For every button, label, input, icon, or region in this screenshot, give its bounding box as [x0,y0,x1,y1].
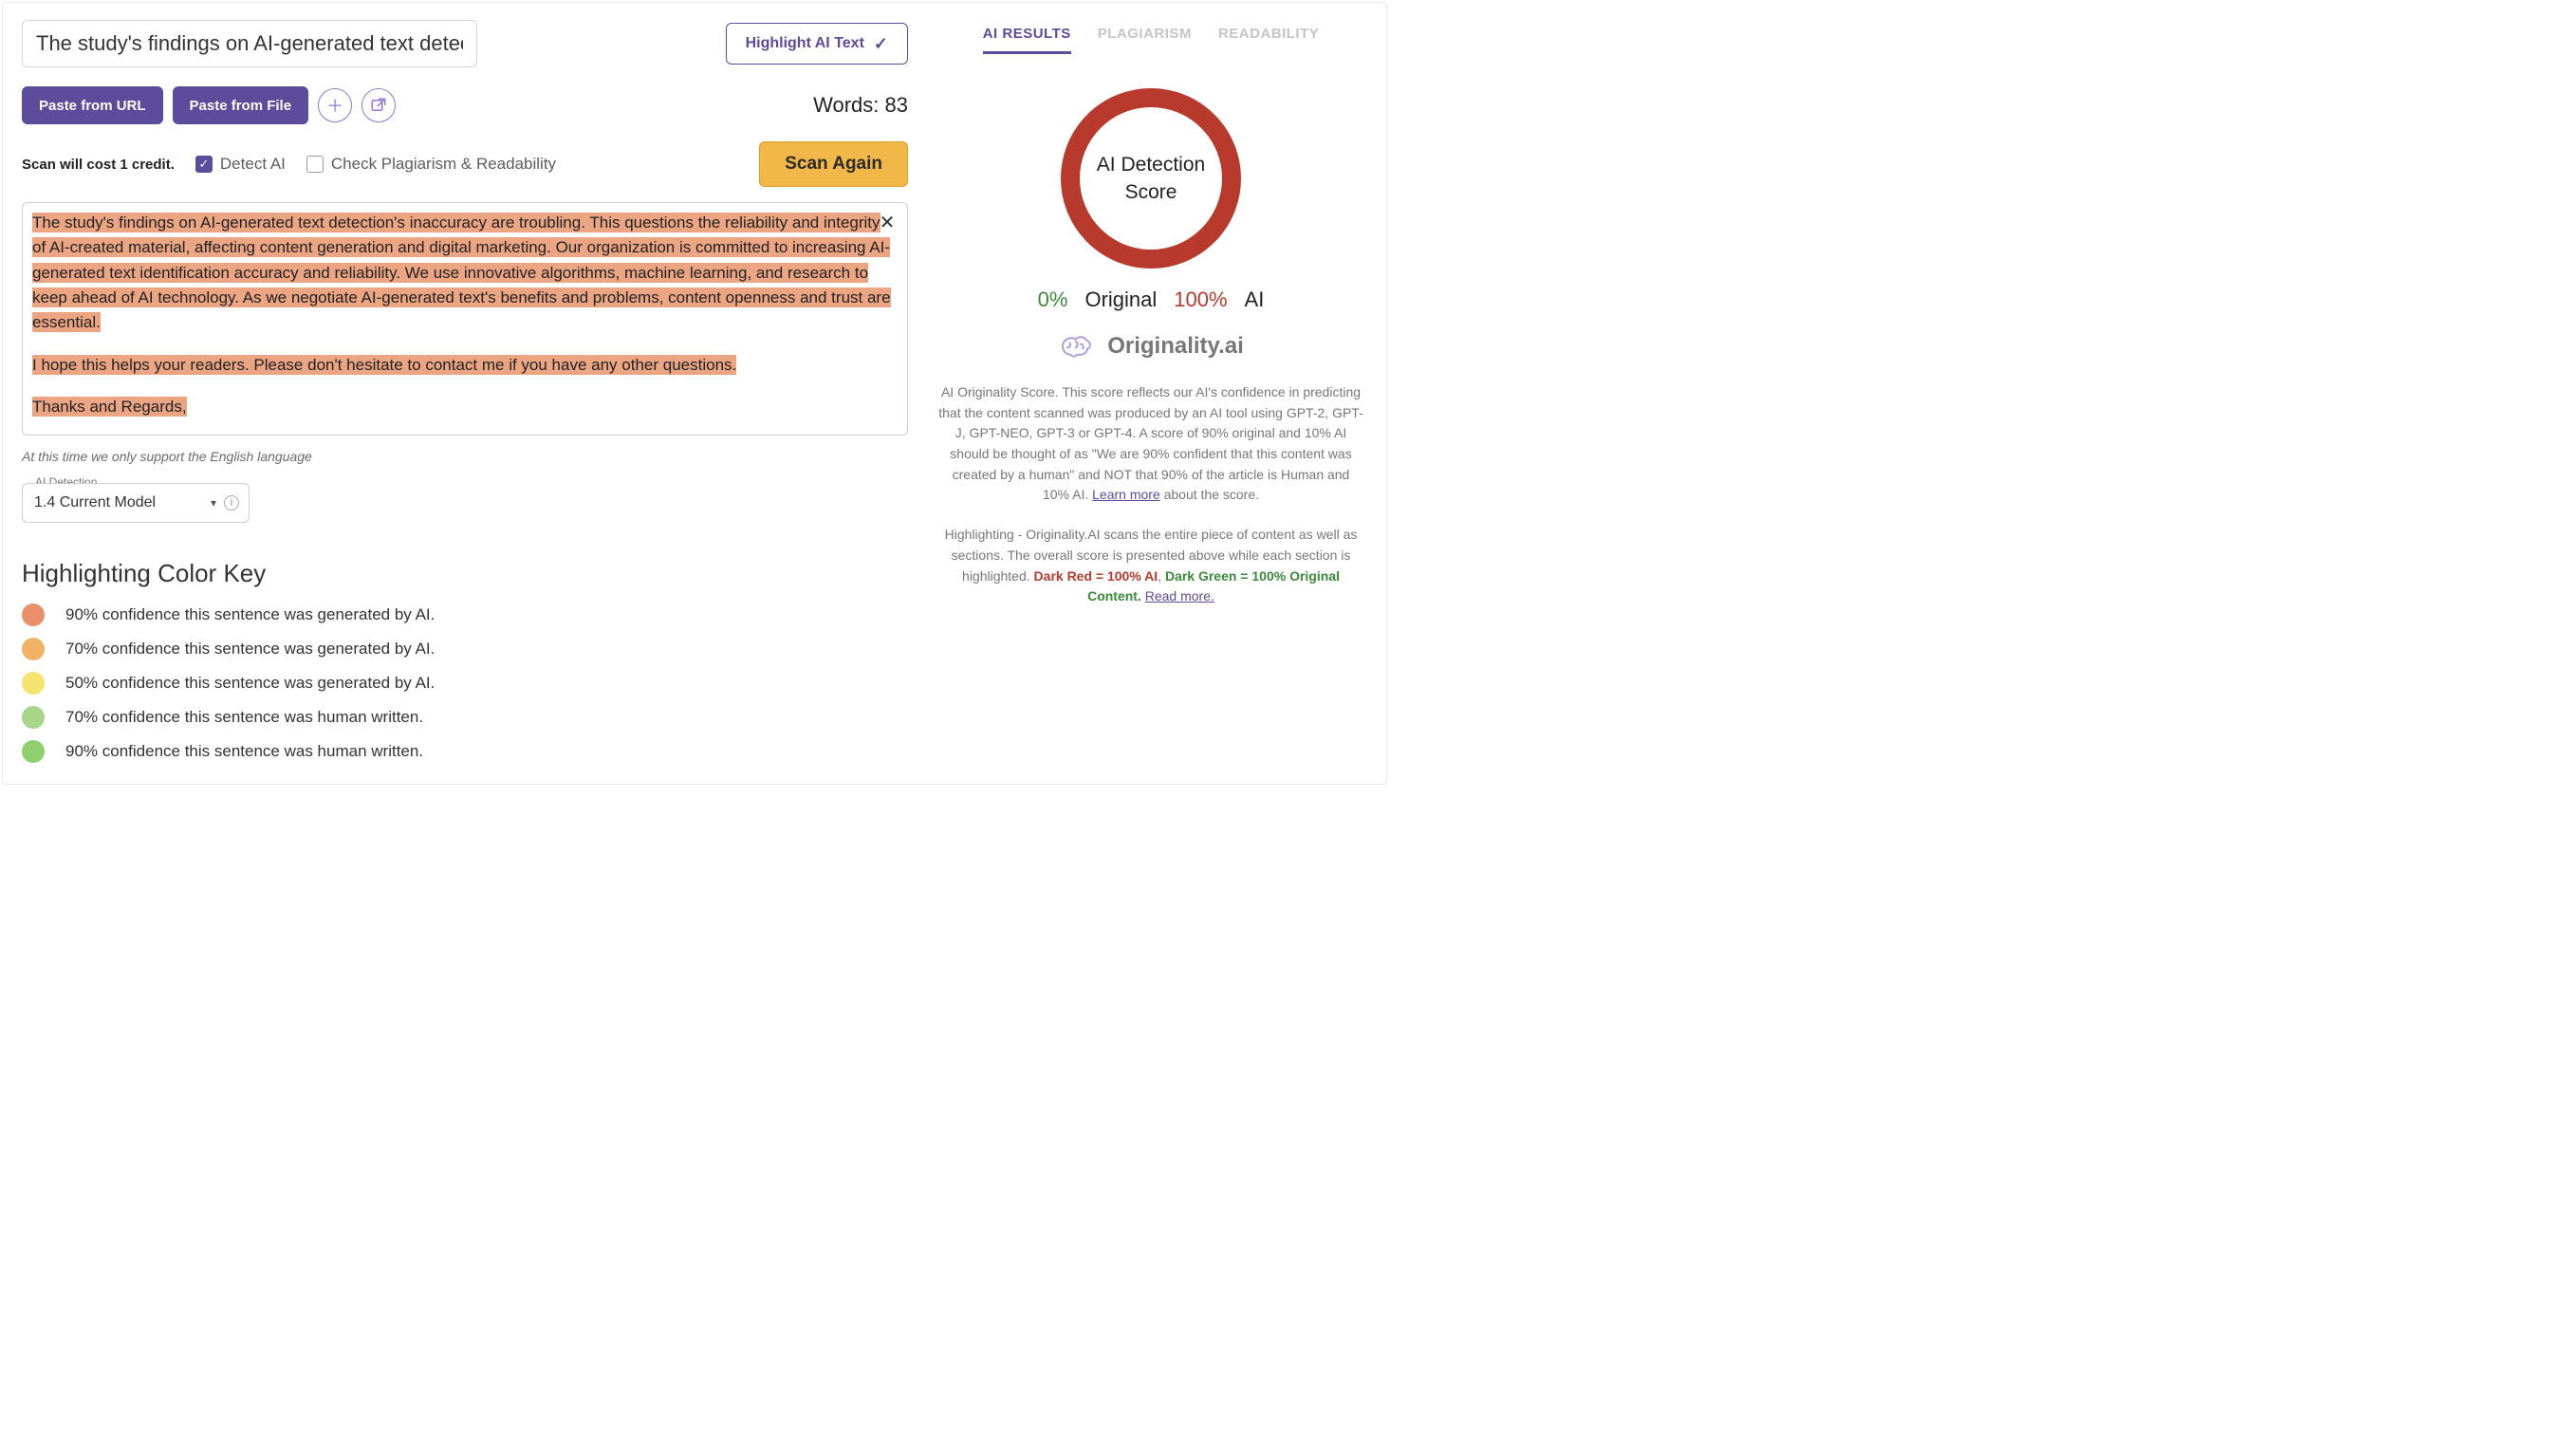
title-input[interactable] [22,20,477,67]
color-key-title: Highlighting Color Key [22,559,908,588]
highlighting-description: Highlighting - Originality.AI scans the … [935,525,1367,607]
add-button[interactable]: ＋ [318,88,352,122]
chevron-down-icon: ▾ [211,496,216,510]
original-label: Original [1084,288,1157,312]
color-key-text: 70% confidence this sentence was generat… [65,640,435,659]
color-key-list: 90% confidence this sentence was generat… [22,603,908,763]
learn-more-link[interactable]: Learn more [1092,487,1160,502]
language-note: At this time we only support the English… [22,449,908,464]
score-desc-a: AI Originality Score. This score reflect… [938,384,1363,502]
ai-label: AI [1245,288,1265,312]
check-plag-label: Check Plagiarism & Readability [331,155,556,174]
color-key-item: 70% confidence this sentence was generat… [22,638,908,660]
right-panel: AI RESULTS PLAGIARISM READABILITY AI Det… [931,20,1367,763]
brain-icon [1058,333,1096,360]
brand-name: Originality.ai [1107,333,1244,360]
word-count-value: 83 [885,93,908,117]
color-key-text: 90% confidence this sentence was human w… [65,742,423,761]
ai-percent: 100% [1174,288,1227,312]
plus-icon: ＋ [326,93,343,118]
score-line: 0% Original 100% AI [1038,288,1265,312]
options-row: Scan will cost 1 credit. Detect AI Check… [22,141,908,187]
swatch-red-icon [22,603,45,626]
swatch-orange-icon [22,638,45,660]
paste-from-file-button[interactable]: Paste from File [173,86,309,124]
score-ring-wrap: AI Detection Score 0% Original 100% AI O… [935,88,1367,360]
color-key-text: 90% confidence this sentence was generat… [65,605,435,624]
highlighted-text: Thanks and Regards, [32,397,187,417]
sep: , [1158,568,1165,584]
check-icon: ✓ [874,34,888,54]
content-textarea[interactable]: ✕ The study's findings on AI-generated t… [22,202,908,436]
app-root: Highlight AI Text ✓ Paste from URL Paste… [2,2,1387,785]
content-paragraph-3: Thanks and Regards, [32,395,898,419]
ring-title-a: AI Detection [1097,151,1205,178]
check-plag-checkbox[interactable]: Check Plagiarism & Readability [306,155,556,174]
read-more-link[interactable]: Read more. [1145,588,1214,603]
model-select-value: 1.4 Current Model [34,494,156,511]
paste-from-url-button[interactable]: Paste from URL [22,86,163,124]
ring-title-b: Score [1097,178,1205,206]
color-key-item: 90% confidence this sentence was human w… [22,740,908,763]
original-percent: 0% [1038,288,1068,312]
clear-content-button[interactable]: ✕ [875,211,899,235]
share-arrow-icon [370,97,387,114]
color-key-item: 90% confidence this sentence was generat… [22,603,908,626]
close-icon: ✕ [880,209,896,238]
detect-ai-checkbox[interactable]: Detect AI [195,155,286,174]
checkbox-checked-icon [195,156,213,173]
score-description: AI Originality Score. This score reflect… [935,382,1367,506]
paragraph-gap [32,378,898,395]
ai-detection-score-ring: AI Detection Score [1061,88,1241,269]
color-key-text: 70% confidence this sentence was human w… [65,708,423,727]
highlight-ai-text-label: Highlight AI Text [746,35,864,52]
checkbox-unchecked-icon [306,156,324,173]
highlighted-text: I hope this helps your readers. Please d… [32,355,736,375]
model-select[interactable]: 1.4 Current Model ▾ i [22,483,250,523]
content-paragraph-2: I hope this helps your readers. Please d… [32,353,898,378]
detect-ai-label: Detect AI [220,155,286,174]
tab-ai-results[interactable]: AI RESULTS [983,26,1071,54]
result-tabs: AI RESULTS PLAGIARISM READABILITY [935,26,1367,54]
dark-red-label: Dark Red = 100% AI [1034,568,1158,584]
left-panel: Highlight AI Text ✓ Paste from URL Paste… [22,20,931,763]
color-key-item: 50% confidence this sentence was generat… [22,672,908,695]
word-count: Words: 83 [813,93,908,118]
swatch-green-icon [22,740,45,763]
paragraph-gap [32,336,898,353]
toolbar-row: Paste from URL Paste from File ＋ Words: … [22,86,908,124]
export-button[interactable] [361,88,396,122]
tab-readability[interactable]: READABILITY [1218,26,1319,54]
tab-plagiarism[interactable]: PLAGIARISM [1098,26,1192,54]
highlighted-text: The study's findings on AI-generated tex… [32,213,891,332]
model-select-wrap: AI Detection 1.4 Current Model ▾ i [22,483,250,523]
scan-again-button[interactable]: Scan Again [759,141,908,187]
swatch-light-green-icon [22,706,45,729]
color-key-text: 50% confidence this sentence was generat… [65,674,435,693]
word-count-label: Words: [813,93,879,117]
title-row: Highlight AI Text ✓ [22,20,908,67]
score-desc-b: about the score. [1164,487,1259,502]
color-key-item: 70% confidence this sentence was human w… [22,706,908,729]
info-icon[interactable]: i [224,495,239,510]
highlight-ai-text-button[interactable]: Highlight AI Text ✓ [726,23,908,65]
brand-line: Originality.ai [1058,333,1244,360]
content-paragraph-1: The study's findings on AI-generated tex… [32,211,898,336]
swatch-yellow-icon [22,672,45,695]
credit-cost: Scan will cost 1 credit. [22,157,175,173]
